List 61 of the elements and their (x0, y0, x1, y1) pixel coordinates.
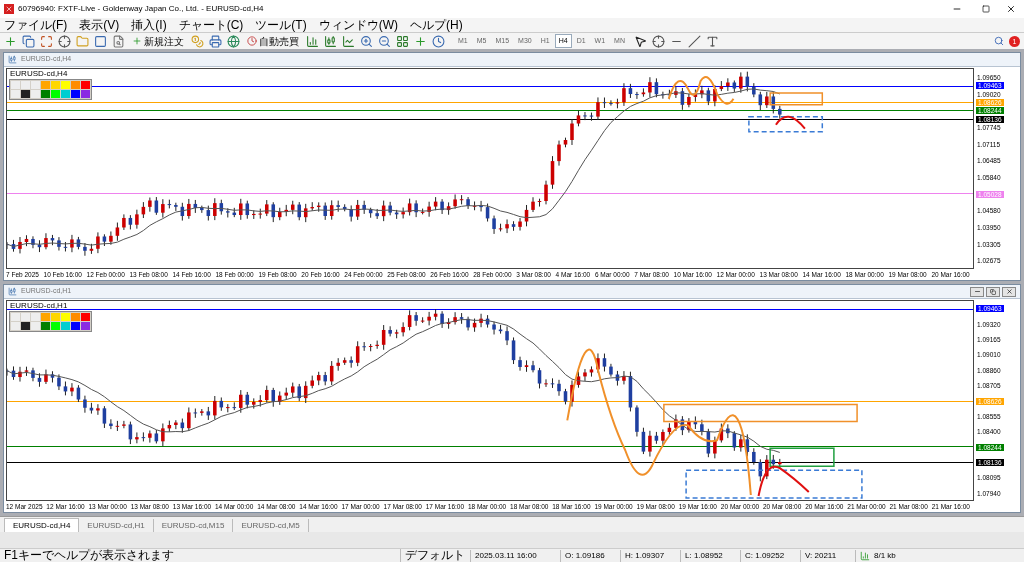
clock-icon (247, 36, 257, 46)
menu-item[interactable]: ファイル(F) (4, 18, 68, 32)
trendline-icon[interactable] (687, 34, 701, 48)
status-open: O: 1.09186 (560, 549, 620, 562)
close-icon[interactable] (1006, 4, 1016, 14)
target-rectangle (769, 447, 835, 467)
close-icon (1005, 288, 1013, 295)
chart-tab[interactable]: EURUSD-cd,H4 (4, 518, 80, 532)
close-button[interactable] (1002, 286, 1016, 297)
forecast-curve (757, 465, 810, 497)
text-icon[interactable] (705, 34, 719, 48)
status-volume: V: 20211 (800, 549, 855, 562)
chart-plot-area[interactable]: EURUSD-cd,H1 (6, 300, 974, 501)
auto-trading-button[interactable]: 自動売買 (245, 34, 301, 48)
zone-rectangle (769, 92, 824, 106)
search-icon[interactable] (994, 36, 1004, 46)
app-logo-icon (4, 4, 14, 14)
plus-icon (132, 36, 142, 46)
status-traffic: 8/1 kb (874, 549, 896, 562)
new-order-button[interactable]: 新規注文 (130, 34, 186, 48)
status-low: L: 1.08952 (680, 549, 740, 562)
symbol-label: EURUSD-cd,H4 (10, 69, 68, 78)
printer-icon[interactable] (209, 34, 222, 48)
line-chart-icon[interactable] (342, 34, 355, 48)
color-palette-drawing[interactable] (9, 79, 92, 100)
restore-icon (990, 288, 996, 295)
clock-icon[interactable] (432, 34, 445, 48)
new-chart-icon[interactable] (4, 34, 17, 48)
menu-item[interactable]: 表示(V) (79, 18, 120, 32)
tile-icon[interactable] (396, 34, 409, 48)
color-palette-drawing[interactable] (9, 311, 92, 332)
globe-icon[interactable] (227, 34, 240, 48)
connection-icon (860, 550, 870, 561)
crosshair-icon[interactable] (651, 34, 665, 48)
status-time: 2025.03.11 16:00 (470, 549, 560, 562)
zoom-out-icon[interactable] (378, 34, 391, 48)
status-help-text: F1キーでヘルプが表示されます (3, 549, 175, 562)
chart-icon (8, 287, 17, 296)
candlestick-icon[interactable] (324, 34, 337, 48)
chart-plot-area[interactable]: EURUSD-cd,H4 (6, 68, 974, 269)
status-profile: デフォルト (400, 549, 470, 562)
crosshair-icon[interactable] (58, 34, 71, 48)
maximize-icon[interactable] (982, 5, 990, 13)
forecast-curve (774, 115, 806, 130)
minimize-icon (973, 288, 981, 295)
menu-item[interactable]: ウィンドウ(W) (318, 18, 398, 32)
menu-item[interactable]: ツール(T) (255, 18, 307, 32)
status-close: C: 1.09252 (740, 549, 800, 562)
menu-item[interactable]: ヘルプ(H) (410, 18, 463, 32)
minimize-button[interactable] (970, 286, 984, 297)
chart-icon (8, 55, 17, 64)
menu-item[interactable]: 挿入(I) (131, 18, 167, 32)
cursor-icon[interactable] (633, 34, 647, 48)
menu-item[interactable]: チャート(C) (178, 18, 244, 32)
restore-button[interactable] (986, 286, 1000, 297)
window-title: 60796940: FXTF-Live - Goldenway Japan Co., Ltd. - EURUSD-cd,H4 (18, 3, 264, 15)
zoom-in-icon[interactable] (360, 34, 373, 48)
status-high: H: 1.09307 (620, 549, 680, 562)
bar-chart-icon[interactable] (306, 34, 319, 48)
symbol-label: EURUSD-cd,H1 (10, 301, 68, 310)
zigzag-line (667, 76, 735, 105)
